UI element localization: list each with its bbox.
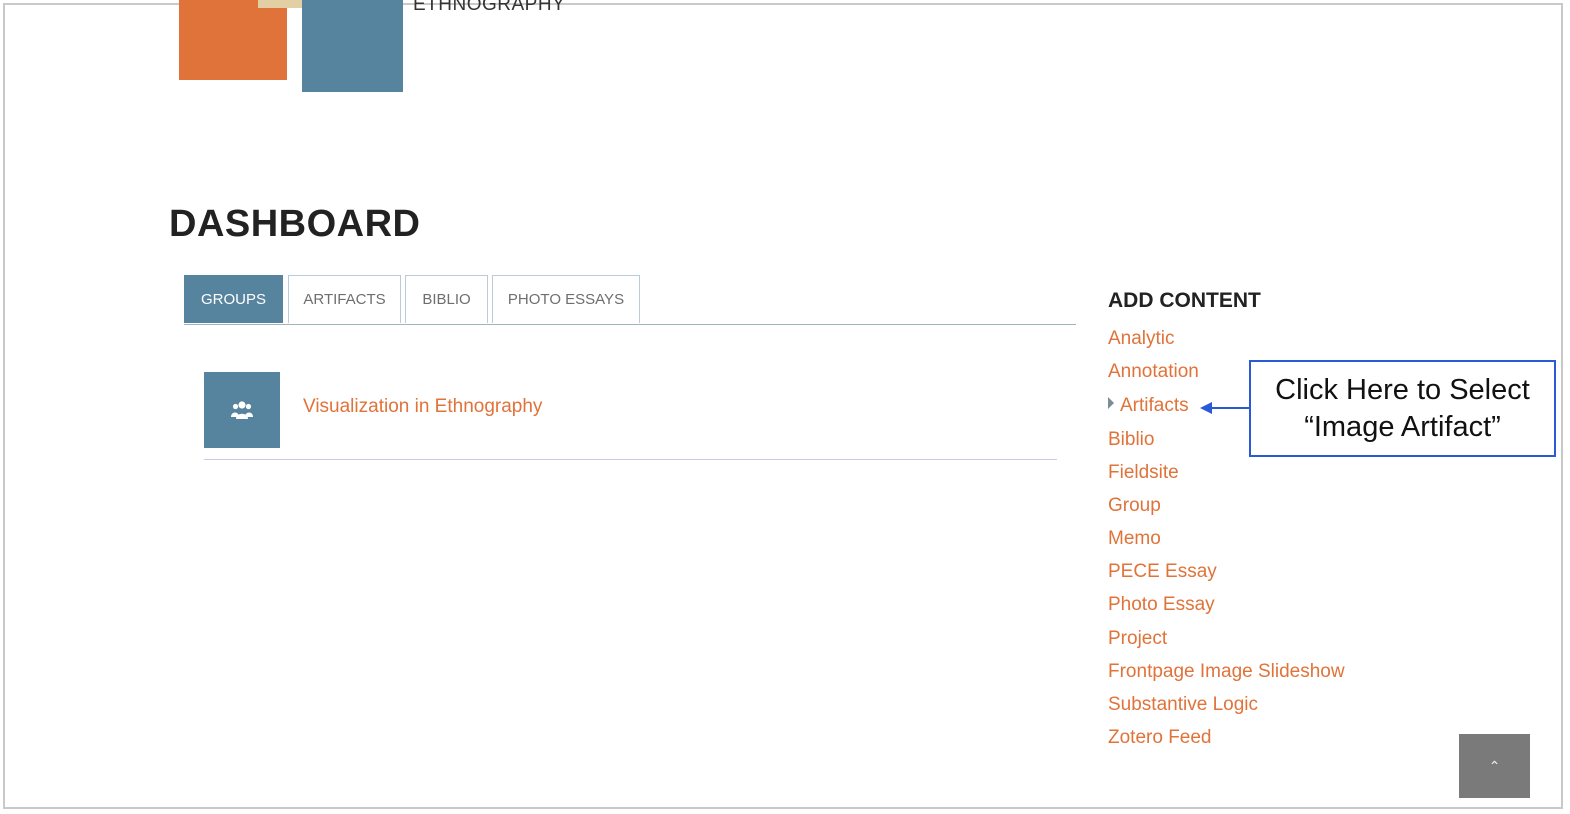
site-name: ETHNOGRAPHY <box>413 0 566 15</box>
add-content-item: Photo Essay <box>1108 594 1215 616</box>
expand-triangle-icon[interactable] <box>1108 397 1114 409</box>
add-zotero-feed-link[interactable]: Zotero Feed <box>1108 727 1212 748</box>
add-content-title: ADD CONTENT <box>1108 289 1261 312</box>
logo-orange-block <box>179 0 287 80</box>
logo-blue-block <box>302 0 403 92</box>
add-content-item: Artifacts <box>1108 395 1189 417</box>
add-content-item: Analytic <box>1108 328 1175 350</box>
add-biblio-link[interactable]: Biblio <box>1108 429 1154 450</box>
chevron-up-icon: ⌃ <box>1488 757 1501 774</box>
tab-biblio[interactable]: BIBLIO <box>405 275 488 323</box>
add-content-item: Fieldsite <box>1108 462 1179 484</box>
add-photo-essay-link[interactable]: Photo Essay <box>1108 594 1215 615</box>
add-group-link[interactable]: Group <box>1108 495 1161 516</box>
tab-artifacts[interactable]: ARTIFACTS <box>288 275 401 323</box>
group-row-divider <box>204 459 1057 460</box>
tab-groups[interactable]: GROUPS <box>184 275 283 323</box>
add-annotation-link[interactable]: Annotation <box>1108 361 1199 382</box>
add-fieldsite-link[interactable]: Fieldsite <box>1108 462 1179 483</box>
callout-arrow-icon <box>1200 402 1250 414</box>
group-thumbnail[interactable] <box>204 372 280 448</box>
add-content-item: Biblio <box>1108 429 1154 451</box>
add-artifacts-link[interactable]: Artifacts <box>1120 395 1189 416</box>
annotation-callout: Click Here to Select “Image Artifact” <box>1249 360 1556 457</box>
add-memo-link[interactable]: Memo <box>1108 528 1161 549</box>
add-content-item: Frontpage Image Slideshow <box>1108 661 1345 683</box>
add-pece-essay-link[interactable]: PECE Essay <box>1108 561 1217 582</box>
group-link-visualization[interactable]: Visualization in Ethnography <box>303 396 542 418</box>
add-content-item: Annotation <box>1108 361 1199 383</box>
back-to-top-button[interactable]: ⌃ <box>1459 734 1530 798</box>
callout-line-2: “Image Artifact” <box>1304 410 1501 443</box>
add-content-item: Group <box>1108 495 1161 517</box>
tab-photo-essays[interactable]: PHOTO ESSAYS <box>492 275 640 323</box>
add-content-item: Substantive Logic <box>1108 694 1258 716</box>
add-substantive-logic-link[interactable]: Substantive Logic <box>1108 694 1258 715</box>
add-project-link[interactable]: Project <box>1108 628 1167 649</box>
page-title: DASHBOARD <box>169 203 421 245</box>
add-frontpage-slideshow-link[interactable]: Frontpage Image Slideshow <box>1108 661 1345 682</box>
tabs-divider <box>184 324 1076 325</box>
add-content-item: Zotero Feed <box>1108 727 1212 749</box>
add-content-item: Memo <box>1108 528 1161 550</box>
add-content-item: Project <box>1108 628 1167 650</box>
add-content-item: PECE Essay <box>1108 561 1217 583</box>
group-icon <box>231 401 253 419</box>
callout-line-1: Click Here to Select <box>1275 373 1530 406</box>
add-analytic-link[interactable]: Analytic <box>1108 328 1175 349</box>
